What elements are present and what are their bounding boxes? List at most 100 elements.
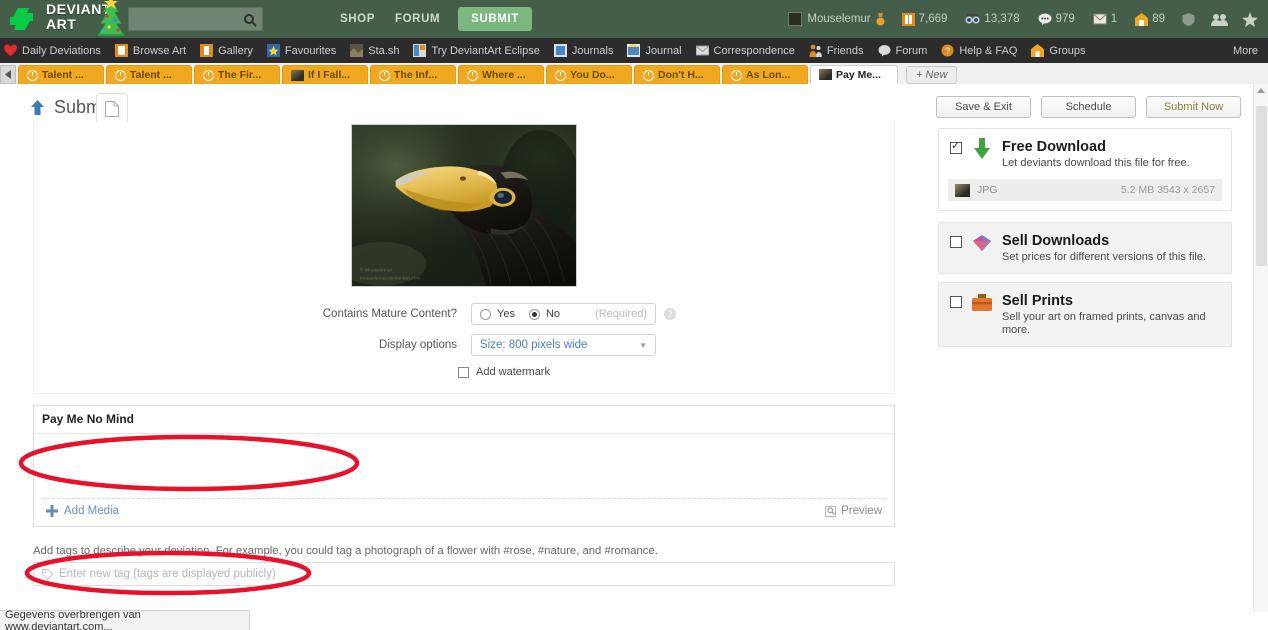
nav-item-stash[interactable]: Sta.sh — [350, 44, 399, 57]
display-options-row: Display options Size: 800 pixels wide ▼ — [312, 334, 656, 356]
header-submit-button[interactable]: SUBMIT — [458, 7, 532, 31]
medal-icon — [876, 12, 885, 25]
deviantart-logo-icon[interactable] — [10, 8, 38, 30]
vertical-scrollbar[interactable] — [1253, 84, 1268, 612]
sell-prints-title: Sell Prints — [1002, 293, 1073, 309]
page-icon-button[interactable] — [96, 93, 128, 124]
nav-item-more[interactable]: More — [1233, 45, 1258, 57]
user-menu[interactable]: Mouselemur — [788, 12, 885, 26]
submit-now-button[interactable]: Submit Now — [1146, 96, 1241, 118]
mature-content-label: Contains Mature Content? — [322, 308, 457, 320]
watchers-icon — [965, 13, 980, 23]
main-nav: Daily Deviations Browse Art Gallery Favo… — [0, 38, 1268, 63]
preview-button[interactable]: Preview — [825, 505, 882, 517]
header-user-area: Mouselemur 7,669 13,378 979 1 89 — [788, 0, 1262, 38]
question-icon[interactable]: ? — [664, 308, 676, 320]
add-media-label: Add Media — [64, 505, 119, 517]
nav-item-browse-art[interactable]: Browse Art — [114, 44, 186, 57]
description-body[interactable] — [42, 439, 886, 499]
sell-downloads-checkbox[interactable] — [950, 236, 962, 248]
star-icon — [266, 44, 280, 57]
nav-label: Favourites — [284, 44, 337, 57]
clock-icon — [115, 69, 126, 81]
avatar[interactable] — [788, 12, 803, 26]
stash-tab[interactable]: The Fir... — [194, 65, 280, 84]
page-icon — [105, 100, 119, 117]
logo-area: DEVIANT ART — [0, 0, 330, 38]
messages-icon — [1092, 13, 1107, 25]
download-file-row[interactable]: JPG 5.2 MB 3543 x 2657 — [948, 179, 1222, 201]
tag-input-placeholder: Enter new tag (tags are displayed public… — [59, 568, 276, 580]
add-media-button[interactable]: Add Media — [46, 505, 119, 517]
stat-watchers[interactable]: 13,378 — [965, 13, 1020, 25]
search-icon[interactable] — [240, 10, 260, 30]
deviation-preview-image[interactable]: © Mouselemur mouselemur.deviantart.com — [351, 124, 577, 287]
stash-tab[interactable]: As Lon... — [722, 65, 808, 84]
nav-item-forum[interactable]: Forum — [878, 44, 927, 57]
sell-prints-checkbox[interactable] — [950, 296, 962, 308]
deviation-title[interactable]: Pay Me No Mind — [42, 412, 134, 426]
save-and-exit-button[interactable]: Save & Exit — [936, 96, 1031, 118]
display-size-select[interactable]: Size: 800 pixels wide ▼ — [471, 334, 656, 356]
nav-item-help-faq[interactable]: ? Help & FAQ — [941, 44, 1017, 57]
scrollbar-thumb[interactable] — [1256, 106, 1267, 266]
nav-label: Journals — [571, 44, 614, 57]
friends-icon[interactable] — [1211, 13, 1228, 26]
display-size-value: Size: 800 pixels wide — [480, 339, 588, 351]
stash-tab[interactable]: Where ... — [458, 65, 544, 84]
clock-icon — [27, 69, 38, 81]
nav-label: Journal — [645, 44, 682, 57]
magnifier-icon — [825, 505, 837, 517]
mature-content-field[interactable]: Yes No (Required) — [471, 303, 656, 325]
stat-points[interactable]: 7,669 — [901, 12, 947, 26]
nav-item-friends[interactable]: Friends — [809, 44, 864, 57]
journal-icon — [627, 44, 641, 57]
nav-item-journal[interactable]: Journal — [627, 44, 682, 57]
nav-item-favourites[interactable]: Favourites — [266, 44, 337, 57]
header-shop-link[interactable]: SHOP — [340, 13, 375, 25]
stat-comments[interactable]: 979 — [1038, 13, 1075, 25]
mail-icon — [695, 45, 709, 56]
journal-icon — [553, 44, 567, 57]
sell-downloads-panel[interactable]: Sell Downloads Set prices for different … — [938, 222, 1232, 274]
stash-tab[interactable]: Talent ... — [18, 65, 104, 84]
shield-icon[interactable] — [1182, 12, 1195, 26]
nav-item-groups[interactable]: Groups — [1031, 44, 1085, 57]
stat-messages[interactable]: 1 — [1092, 13, 1117, 25]
nav-item-correspondence[interactable]: Correspondence — [695, 44, 795, 57]
nav-item-journals[interactable]: Journals — [553, 44, 614, 57]
tab-scroll-left-button[interactable] — [0, 65, 16, 84]
search-field[interactable] — [128, 7, 263, 31]
new-tab-button[interactable]: + New — [905, 66, 958, 84]
stat-notes-value: 89 — [1152, 13, 1165, 25]
mature-no-radio[interactable] — [528, 308, 540, 320]
nav-item-try-eclipse[interactable]: Try DeviantArt Eclipse — [413, 44, 540, 57]
deviantart-submit-page: DEVIANT ART SHOP FORUM SUBMIT Mouselemur… — [0, 0, 1268, 630]
free-download-panel[interactable]: Free Download Let deviants download this… — [938, 128, 1232, 211]
tag-input[interactable]: Enter new tag (tags are displayed public… — [33, 562, 895, 586]
watermark-row[interactable]: Add watermark — [458, 366, 550, 378]
nav-item-gallery[interactable]: Gallery — [200, 44, 253, 57]
stash-tab-active[interactable]: Pay Me... close-icon — [810, 65, 898, 84]
watermark-checkbox[interactable] — [458, 366, 469, 378]
stash-tab[interactable]: If I Fall... — [282, 65, 368, 84]
stash-tab[interactable]: Don't H... — [634, 65, 720, 84]
scroll-up-icon[interactable] — [1257, 88, 1265, 93]
stash-tab[interactable]: Talent ... — [106, 65, 192, 84]
stash-tab[interactable]: The Inf... — [370, 65, 456, 84]
svg-text:mouselemur.deviantart.com: mouselemur.deviantart.com — [360, 276, 421, 282]
sell-prints-panel[interactable]: Sell Prints Sell your art on framed prin… — [938, 282, 1232, 347]
stat-notes[interactable]: 89 — [1135, 12, 1165, 26]
star-icon[interactable] — [1242, 11, 1258, 27]
stash-tab-label: Where ... — [482, 69, 526, 81]
thumbnail-icon — [819, 69, 832, 80]
preview-label: Preview — [841, 505, 882, 517]
nav-item-daily-deviations[interactable]: Daily Deviations — [4, 44, 101, 57]
free-download-subtitle: Let deviants download this file for free… — [1002, 157, 1190, 169]
mature-yes-radio[interactable] — [480, 308, 491, 320]
header-forum-link[interactable]: FORUM — [395, 13, 440, 25]
stash-tab[interactable]: You Do... — [546, 65, 632, 84]
free-download-checkbox[interactable] — [950, 139, 962, 154]
site-header: DEVIANT ART SHOP FORUM SUBMIT Mouselemur… — [0, 0, 1268, 38]
schedule-button[interactable]: Schedule — [1041, 96, 1136, 118]
